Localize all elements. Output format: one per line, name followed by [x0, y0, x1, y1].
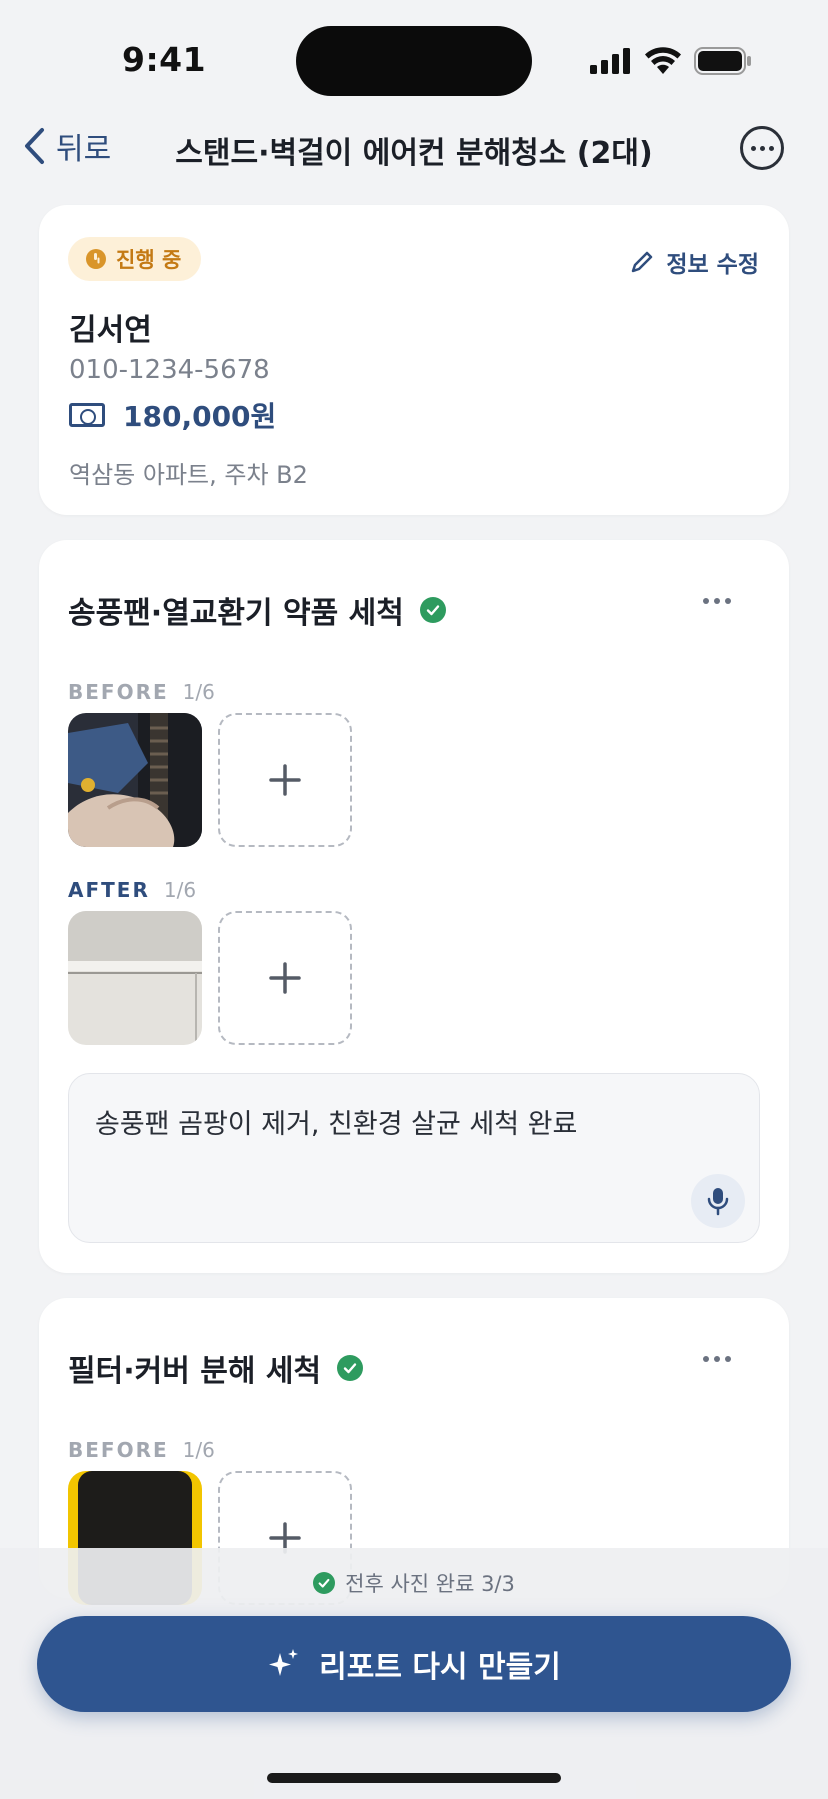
- status-badge: 진행 중: [68, 237, 202, 281]
- before-label-row: BEFORE 1/6: [68, 1438, 215, 1462]
- plus-icon: [269, 764, 301, 796]
- back-label: 뒤로: [56, 132, 112, 167]
- status-bar: 9:41: [0, 0, 828, 118]
- home-indicator: [267, 1773, 561, 1783]
- section-title-text: 송풍팬·열교환기 약품 세척: [68, 596, 404, 631]
- page-title: 스탠드·벽걸이 에어컨 분해청소 (2대): [175, 136, 653, 171]
- back-button[interactable]: 뒤로: [22, 124, 111, 168]
- check-circle-icon: [313, 1572, 336, 1594]
- before-photo-thumbnail[interactable]: [68, 713, 202, 847]
- section-title: 필터·커버 분해 세척: [68, 1346, 364, 1390]
- after-count: 1/6: [163, 878, 197, 902]
- section-title-text: 필터·커버 분해 세척: [68, 1354, 322, 1389]
- microphone-icon: [707, 1188, 729, 1216]
- service-price: 180,000원: [69, 395, 276, 435]
- dynamic-island: [296, 26, 532, 96]
- battery-icon: [694, 47, 751, 75]
- pencil-icon: [632, 251, 653, 273]
- navigation-bar: 뒤로 스탠드·벽걸이 에어컨 분해청소 (2대): [0, 118, 828, 178]
- after-label-row: AFTER 1/6: [68, 878, 196, 902]
- after-photos: [68, 911, 352, 1045]
- regenerate-report-button[interactable]: 리포트 다시 만들기: [37, 1616, 791, 1712]
- section-more-button[interactable]: [703, 1356, 731, 1362]
- sparkle-icon: [269, 1649, 299, 1676]
- edit-info-label: 정보 수정: [666, 252, 759, 278]
- check-circle-icon: [419, 597, 446, 623]
- status-time: 9:41: [122, 40, 207, 79]
- after-photo-thumbnail[interactable]: [68, 911, 202, 1045]
- customer-phone: 010-1234-5678: [69, 355, 270, 385]
- clock-icon: [86, 249, 106, 269]
- before-label: BEFORE: [68, 680, 169, 704]
- customer-name: 김서연: [69, 313, 152, 348]
- after-label: AFTER: [68, 878, 150, 902]
- photo-progress-text: 전후 사진 완료 3/3: [345, 1572, 515, 1596]
- before-count: 1/6: [182, 680, 215, 704]
- customer-info-card: 진행 중 정보 수정 김서연 010-1234-5678 180,000원 역삼…: [39, 205, 789, 515]
- edit-info-button[interactable]: 정보 수정: [630, 245, 759, 279]
- photo-progress-status: 전후 사진 완료 3/3: [0, 1568, 828, 1598]
- voice-input-button[interactable]: [691, 1174, 745, 1228]
- more-options-button[interactable]: [740, 126, 784, 170]
- add-before-photo-button[interactable]: [218, 713, 352, 847]
- cellular-signal-icon: [590, 48, 630, 74]
- task-section: 송풍팬·열교환기 약품 세척 BEFORE 1/6 AFTER 1/6 송풍팬 …: [39, 540, 789, 1273]
- chevron-left-icon: [25, 128, 44, 164]
- work-note-field[interactable]: 송풍팬 곰팡이 제거, 친환경 살균 세척 완료: [68, 1073, 760, 1243]
- add-after-photo-button[interactable]: [218, 911, 352, 1045]
- section-more-button[interactable]: [703, 598, 731, 604]
- section-title: 송풍팬·열교환기 약품 세척: [68, 588, 446, 632]
- status-icons: [590, 46, 752, 76]
- wifi-icon: [645, 47, 681, 74]
- before-label-row: BEFORE 1/6: [68, 680, 215, 704]
- status-badge-label: 진행 중: [116, 248, 182, 272]
- plus-icon: [269, 962, 301, 994]
- money-icon: [69, 403, 105, 427]
- regenerate-report-label: 리포트 다시 만들기: [319, 1650, 561, 1685]
- before-photos: [68, 713, 352, 847]
- before-count: 1/6: [182, 1438, 215, 1462]
- check-circle-icon: [337, 1355, 364, 1381]
- work-note-text[interactable]: 송풍팬 곰팡이 제거, 친환경 살균 세척 완료: [95, 1102, 577, 1141]
- price-value: 180,000원: [123, 400, 277, 433]
- customer-address: 역삼동 아파트, 주차 B2: [69, 461, 308, 489]
- before-label: BEFORE: [68, 1438, 169, 1462]
